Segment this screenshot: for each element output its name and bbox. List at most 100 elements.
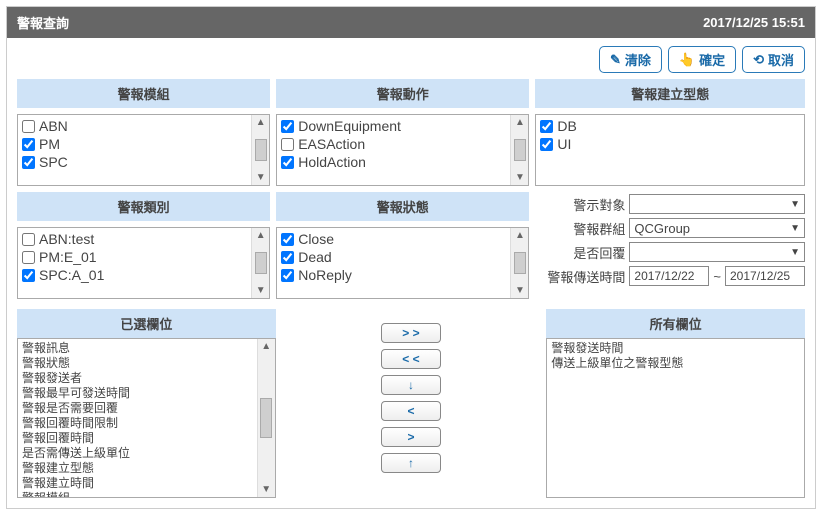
checkbox[interactable] bbox=[281, 251, 294, 264]
list-item[interactable]: DB bbox=[540, 117, 800, 135]
clear-label: 清除 bbox=[625, 50, 651, 69]
clear-button[interactable]: 清除 bbox=[599, 46, 662, 73]
action-bar: 清除 確定 取消 bbox=[7, 38, 815, 79]
build-type-listbox[interactable]: DBUI bbox=[535, 114, 805, 186]
date-from-input[interactable]: 2017/12/22 bbox=[629, 266, 709, 286]
window-title: 警報查詢 bbox=[17, 13, 69, 32]
list-item[interactable]: 警報最早可發送時間 bbox=[22, 386, 253, 401]
module-items: ABNPMSPC bbox=[18, 115, 251, 185]
list-item[interactable]: UI bbox=[540, 135, 800, 153]
checkbox[interactable] bbox=[281, 156, 294, 169]
list-item[interactable]: ABN bbox=[22, 117, 247, 135]
status-listbox[interactable]: CloseDeadNoReply ▲▼ bbox=[276, 227, 529, 299]
selected-columns-panel: 已選欄位 警報訊息警報狀態警報發送者警報最早可發送時間警報是否需要回覆警報回覆時… bbox=[17, 309, 276, 498]
header-category: 警報類別 bbox=[17, 192, 270, 221]
query-window: 警報查詢 2017/12/25 15:51 清除 確定 取消 警報模組 警報動作… bbox=[6, 6, 816, 509]
date-separator: ~ bbox=[713, 269, 721, 284]
move-top-button[interactable]: < bbox=[381, 401, 441, 421]
reply-select[interactable]: ▼ bbox=[629, 242, 805, 262]
list-item-label: Dead bbox=[298, 248, 331, 266]
ok-label: 確定 bbox=[699, 50, 725, 69]
checkbox[interactable] bbox=[22, 138, 35, 151]
checkbox[interactable] bbox=[540, 120, 553, 133]
reply-label: 是否回覆 bbox=[535, 243, 625, 262]
list-item[interactable]: HoldAction bbox=[281, 153, 506, 171]
scrollbar[interactable]: ▲▼ bbox=[510, 115, 528, 185]
checkbox[interactable] bbox=[22, 233, 35, 246]
selected-columns-listbox[interactable]: 警報訊息警報狀態警報發送者警報最早可發送時間警報是否需要回覆警報回覆時間限制警報… bbox=[17, 338, 276, 498]
send-time-label: 警報傳送時間 bbox=[535, 267, 625, 286]
header-module: 警報模組 bbox=[17, 79, 270, 108]
titlebar: 警報查詢 2017/12/25 15:51 bbox=[7, 7, 815, 38]
checkbox[interactable] bbox=[22, 156, 35, 169]
move-down-button[interactable]: ↓ bbox=[381, 375, 441, 395]
group-select[interactable]: QCGroup ▼ bbox=[629, 218, 805, 238]
list-item[interactable]: 警報模組 bbox=[22, 491, 253, 497]
list-item-label: SPC bbox=[39, 153, 68, 171]
list-item[interactable]: DownEquipment bbox=[281, 117, 506, 135]
list-item[interactable]: PM bbox=[22, 135, 247, 153]
checkbox[interactable] bbox=[281, 138, 294, 151]
all-columns-panel: 所有欄位 警報發送時間傳送上級單位之警報型態 bbox=[546, 309, 805, 498]
checkbox[interactable] bbox=[22, 269, 35, 282]
all-columns-listbox[interactable]: 警報發送時間傳送上級單位之警報型態 bbox=[546, 338, 805, 498]
list-item[interactable]: 警報建立型態 bbox=[22, 461, 253, 476]
list-item[interactable]: 是否需傳送上級單位 bbox=[22, 446, 253, 461]
chevron-down-icon: ▼ bbox=[790, 199, 800, 210]
target-select[interactable]: ▼ bbox=[629, 194, 805, 214]
list-item[interactable]: 警報回覆時間 bbox=[22, 431, 253, 446]
header-status: 警報狀態 bbox=[276, 192, 529, 221]
list-item-label: ABN bbox=[39, 117, 68, 135]
action-listbox[interactable]: DownEquipmentEASActionHoldAction ▲▼ bbox=[276, 114, 529, 186]
list-item[interactable]: 警報回覆時間限制 bbox=[22, 416, 253, 431]
category-listbox[interactable]: ABN:testPM:E_01SPC:A_01 ▲▼ bbox=[17, 227, 270, 299]
action-items: DownEquipmentEASActionHoldAction bbox=[277, 115, 510, 185]
cancel-button[interactable]: 取消 bbox=[742, 46, 805, 73]
move-buttons: > > < < ↓ < > ↑ bbox=[282, 309, 541, 473]
filter-panel: 警示對象 ▼ 警報群組 QCGroup ▼ 是否回覆 ▼ bbox=[535, 192, 805, 299]
checkbox[interactable] bbox=[22, 251, 35, 264]
checkbox[interactable] bbox=[281, 269, 294, 282]
status-items: CloseDeadNoReply bbox=[277, 228, 510, 298]
module-listbox[interactable]: ABNPMSPC ▲▼ bbox=[17, 114, 270, 186]
move-bottom-button[interactable]: > bbox=[381, 427, 441, 447]
category-items: ABN:testPM:E_01SPC:A_01 bbox=[18, 228, 251, 298]
list-item-label: Close bbox=[298, 230, 334, 248]
checkbox[interactable] bbox=[22, 120, 35, 133]
build-type-items: DBUI bbox=[536, 115, 804, 185]
eraser-icon bbox=[610, 52, 621, 68]
list-item-label: PM:E_01 bbox=[39, 248, 97, 266]
scrollbar[interactable]: ▲▼ bbox=[251, 115, 269, 185]
list-item[interactable]: SPC:A_01 bbox=[22, 266, 247, 284]
header-selected-cols: 已選欄位 bbox=[17, 309, 276, 338]
list-item[interactable]: 警報狀態 bbox=[22, 356, 253, 371]
list-item[interactable]: ABN:test bbox=[22, 230, 247, 248]
list-item[interactable]: 傳送上級單位之警報型態 bbox=[551, 356, 800, 371]
header-action: 警報動作 bbox=[276, 79, 529, 108]
checkbox[interactable] bbox=[540, 138, 553, 151]
group-value: QCGroup bbox=[634, 221, 690, 236]
list-item[interactable]: 警報建立時間 bbox=[22, 476, 253, 491]
scrollbar[interactable]: ▲▼ bbox=[251, 228, 269, 298]
list-item[interactable]: PM:E_01 bbox=[22, 248, 247, 266]
list-item[interactable]: 警報訊息 bbox=[22, 341, 253, 356]
checkbox[interactable] bbox=[281, 233, 294, 246]
scrollbar[interactable]: ▲▼ bbox=[257, 339, 275, 497]
scrollbar[interactable]: ▲▼ bbox=[510, 228, 528, 298]
list-item[interactable]: EASAction bbox=[281, 135, 506, 153]
list-item[interactable]: NoReply bbox=[281, 266, 506, 284]
checkbox[interactable] bbox=[281, 120, 294, 133]
list-item[interactable]: 警報發送者 bbox=[22, 371, 253, 386]
list-item-label: DownEquipment bbox=[298, 117, 401, 135]
list-item[interactable]: SPC bbox=[22, 153, 247, 171]
list-item[interactable]: 警報是否需要回覆 bbox=[22, 401, 253, 416]
ok-button[interactable]: 確定 bbox=[668, 46, 736, 73]
pointer-icon bbox=[679, 52, 695, 68]
list-item[interactable]: Close bbox=[281, 230, 506, 248]
move-left-button[interactable]: < < bbox=[381, 349, 441, 369]
list-item[interactable]: 警報發送時間 bbox=[551, 341, 800, 356]
date-to-input[interactable]: 2017/12/25 bbox=[725, 266, 805, 286]
list-item[interactable]: Dead bbox=[281, 248, 506, 266]
move-up-button[interactable]: ↑ bbox=[381, 453, 441, 473]
move-right-button[interactable]: > > bbox=[381, 323, 441, 343]
